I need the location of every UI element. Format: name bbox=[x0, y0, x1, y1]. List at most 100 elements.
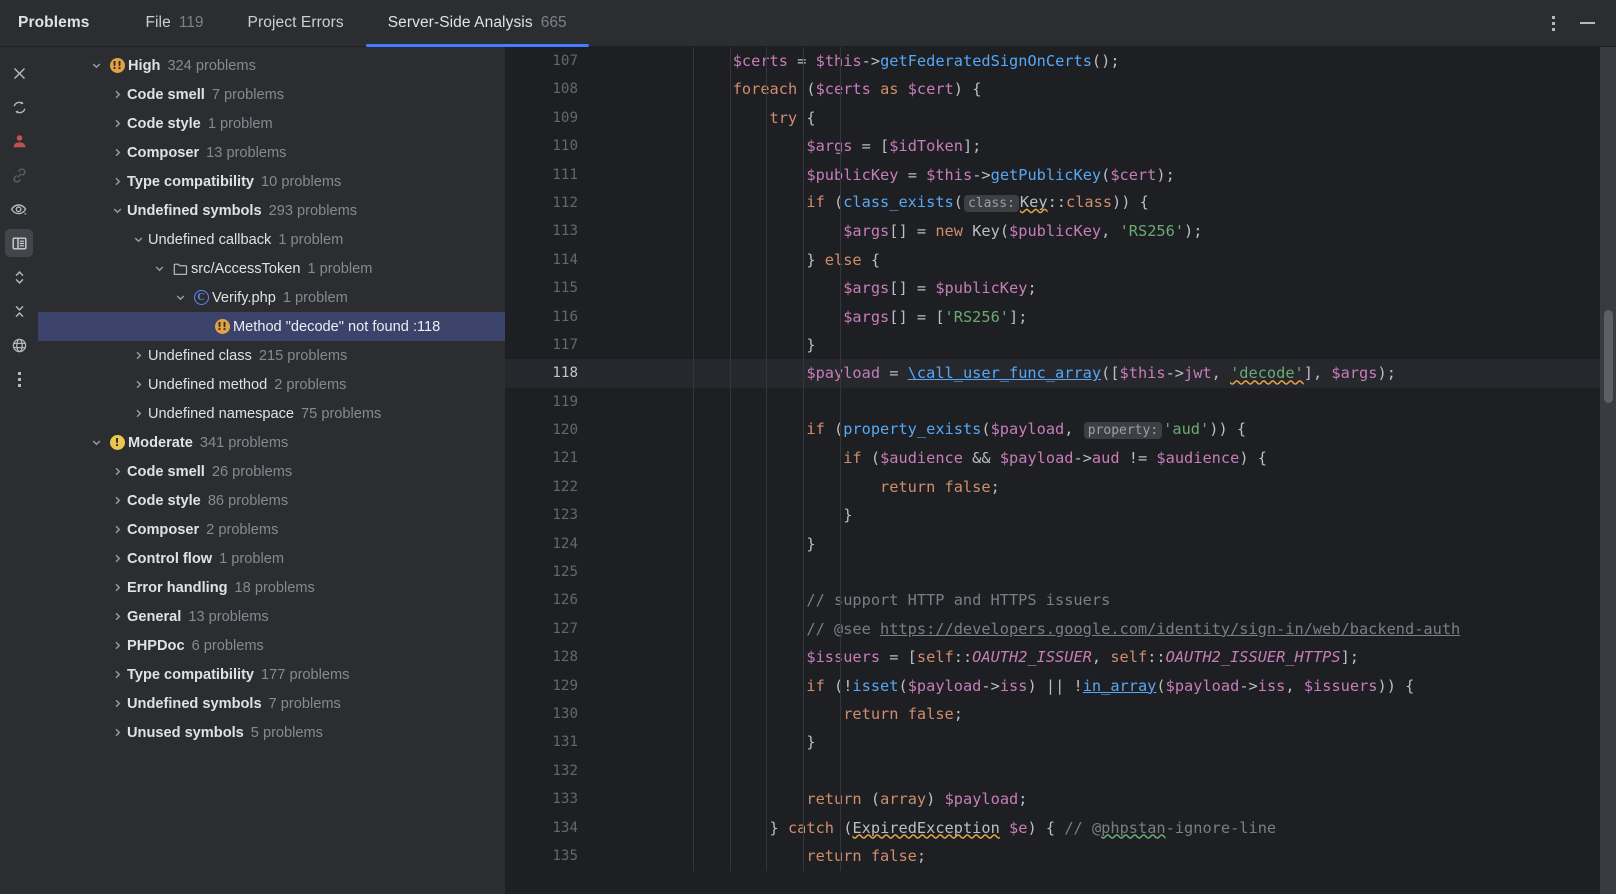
tree-row[interactable]: Code smell7 problems bbox=[38, 80, 505, 109]
line-number: 109 bbox=[505, 104, 590, 132]
code-line[interactable]: 116 $args[] = ['RS256']; bbox=[505, 303, 1616, 331]
chevron-down-icon[interactable] bbox=[128, 234, 148, 245]
tree-row[interactable]: Undefined callback1 problem bbox=[38, 225, 505, 254]
tree-row-label: Composer bbox=[127, 145, 199, 161]
tree-row[interactable]: Undefined symbols293 problems bbox=[38, 196, 505, 225]
tree-row[interactable]: PHPDoc6 problems bbox=[38, 631, 505, 660]
code-text: } else { bbox=[655, 246, 1616, 274]
chevron-right-icon[interactable] bbox=[107, 698, 127, 709]
current-user-button[interactable] bbox=[5, 127, 33, 155]
chevron-right-icon[interactable] bbox=[107, 727, 127, 738]
tab-project-errors[interactable]: Project Errors bbox=[226, 0, 366, 46]
code-line-current[interactable]: 118 $payload = \call_user_func_array([$t… bbox=[505, 359, 1616, 387]
chevron-down-icon[interactable] bbox=[86, 437, 106, 448]
tree-row[interactable]: Unused symbols5 problems bbox=[38, 718, 505, 747]
tree-row[interactable]: Undefined symbols7 problems bbox=[38, 689, 505, 718]
autoscroll-link-button[interactable] bbox=[5, 161, 33, 189]
tree-row-count: 2 problems bbox=[274, 377, 346, 393]
code-line[interactable]: 130 return false; bbox=[505, 700, 1616, 728]
tree-row[interactable]: CVerify.php1 problem bbox=[38, 283, 505, 312]
tree-row[interactable]: Composer2 problems bbox=[38, 515, 505, 544]
chevron-right-icon[interactable] bbox=[107, 147, 127, 158]
tab-server-side-analysis[interactable]: Server-Side Analysis665 bbox=[366, 0, 589, 46]
code-line[interactable]: 132 bbox=[505, 757, 1616, 785]
code-text: $certs = $this->getFederatedSignOnCerts(… bbox=[655, 47, 1616, 75]
code-line[interactable]: 127 // @see https://developers.google.co… bbox=[505, 615, 1616, 643]
chevron-right-icon[interactable] bbox=[128, 350, 148, 361]
code-line[interactable]: 129 if (!isset($payload->iss) || !in_arr… bbox=[505, 672, 1616, 700]
code-line[interactable]: 107 $certs = $this->getFederatedSignOnCe… bbox=[505, 47, 1616, 75]
tab-file[interactable]: File119 bbox=[123, 0, 225, 46]
tree-row[interactable]: Control flow1 problem bbox=[38, 544, 505, 573]
tree-row[interactable]: Code style1 problem bbox=[38, 109, 505, 138]
code-line[interactable]: 128 $issuers = [self::OAUTH2_ISSUER, sel… bbox=[505, 643, 1616, 671]
refresh-button[interactable] bbox=[5, 93, 33, 121]
code-line[interactable]: 108 foreach ($certs as $cert) { bbox=[505, 75, 1616, 103]
chevron-down-icon[interactable] bbox=[107, 205, 127, 216]
chevron-right-icon[interactable] bbox=[107, 495, 127, 506]
chevron-right-icon[interactable] bbox=[107, 582, 127, 593]
minimize-button[interactable] bbox=[1572, 8, 1602, 38]
close-button[interactable] bbox=[5, 59, 33, 87]
code-line[interactable]: 113 $args[] = new Key($publicKey, 'RS256… bbox=[505, 217, 1616, 245]
tab-problems[interactable]: Problems bbox=[0, 0, 123, 46]
code-line[interactable]: 133 return (array) $payload; bbox=[505, 785, 1616, 813]
code-preview-panel[interactable]: 107 $certs = $this->getFederatedSignOnCe… bbox=[505, 47, 1616, 894]
tree-row[interactable]: Type compatibility177 problems bbox=[38, 660, 505, 689]
tree-row[interactable]: General13 problems bbox=[38, 602, 505, 631]
collapse-all-button[interactable] bbox=[5, 297, 33, 325]
tree-row[interactable]: Undefined class215 problems bbox=[38, 341, 505, 370]
code-line[interactable]: 114 } else { bbox=[505, 246, 1616, 274]
code-line[interactable]: 124 } bbox=[505, 530, 1616, 558]
chevron-right-icon[interactable] bbox=[128, 379, 148, 390]
toggle-preview-panel-button[interactable] bbox=[5, 229, 33, 257]
code-line[interactable]: 122 return false; bbox=[505, 473, 1616, 501]
code-line[interactable]: 125 bbox=[505, 558, 1616, 586]
chevron-right-icon[interactable] bbox=[107, 553, 127, 564]
code-line[interactable]: 123 } bbox=[505, 501, 1616, 529]
code-line[interactable]: 115 $args[] = $publicKey; bbox=[505, 274, 1616, 302]
tree-row[interactable]: !Moderate341 problems bbox=[38, 428, 505, 457]
code-line[interactable]: 119 bbox=[505, 388, 1616, 416]
tree-row[interactable]: src/AccessToken1 problem bbox=[38, 254, 505, 283]
chevron-right-icon[interactable] bbox=[107, 524, 127, 535]
tree-row[interactable]: Undefined method2 problems bbox=[38, 370, 505, 399]
chevron-right-icon[interactable] bbox=[107, 611, 127, 622]
chevron-down-icon[interactable] bbox=[170, 292, 190, 303]
tree-row-selected[interactable]: !!Method "decode" not found :118 bbox=[38, 312, 505, 341]
code-line[interactable]: 121 if ($audience && $payload->aud != $a… bbox=[505, 444, 1616, 472]
code-line[interactable]: 112 if (class_exists(class:Key::class)) … bbox=[505, 189, 1616, 217]
chevron-right-icon[interactable] bbox=[107, 466, 127, 477]
code-line[interactable]: 134 } catch (ExpiredException $e) { // @… bbox=[505, 814, 1616, 842]
code-line[interactable]: 126 // support HTTP and HTTPS issuers bbox=[505, 586, 1616, 614]
tree-row[interactable]: Code style86 problems bbox=[38, 486, 505, 515]
code-line[interactable]: 109 try { bbox=[505, 104, 1616, 132]
code-line[interactable]: 131 } bbox=[505, 728, 1616, 756]
chevron-down-icon[interactable] bbox=[149, 263, 169, 274]
chevron-right-icon[interactable] bbox=[107, 118, 127, 129]
tree-row[interactable]: Undefined namespace75 problems bbox=[38, 399, 505, 428]
tree-row[interactable]: Error handling18 problems bbox=[38, 573, 505, 602]
scope-button[interactable] bbox=[5, 331, 33, 359]
tree-row[interactable]: Composer13 problems bbox=[38, 138, 505, 167]
code-line[interactable]: 120 if (property_exists($payload, proper… bbox=[505, 416, 1616, 444]
code-line[interactable]: 117 } bbox=[505, 331, 1616, 359]
chevron-right-icon[interactable] bbox=[107, 640, 127, 651]
code-line[interactable]: 135 return false; bbox=[505, 842, 1616, 870]
editor-vertical-scrollbar[interactable] bbox=[1604, 310, 1613, 403]
chevron-right-icon[interactable] bbox=[128, 408, 148, 419]
rail-more-button[interactable] bbox=[5, 365, 33, 393]
preview-button[interactable] bbox=[5, 195, 33, 223]
more-options-button[interactable] bbox=[1538, 8, 1568, 38]
chevron-down-icon[interactable] bbox=[86, 60, 106, 71]
expand-all-button[interactable] bbox=[5, 263, 33, 291]
code-line[interactable]: 111 $publicKey = $this->getPublicKey($ce… bbox=[505, 161, 1616, 189]
code-line[interactable]: 110 $args = [$idToken]; bbox=[505, 132, 1616, 160]
tree-row[interactable]: Type compatibility10 problems bbox=[38, 167, 505, 196]
problems-tree[interactable]: !!High324 problemsCode smell7 problemsCo… bbox=[38, 47, 505, 894]
chevron-right-icon[interactable] bbox=[107, 176, 127, 187]
chevron-right-icon[interactable] bbox=[107, 669, 127, 680]
chevron-right-icon[interactable] bbox=[107, 89, 127, 100]
tree-row[interactable]: !!High324 problems bbox=[38, 51, 505, 80]
tree-row[interactable]: Code smell26 problems bbox=[38, 457, 505, 486]
